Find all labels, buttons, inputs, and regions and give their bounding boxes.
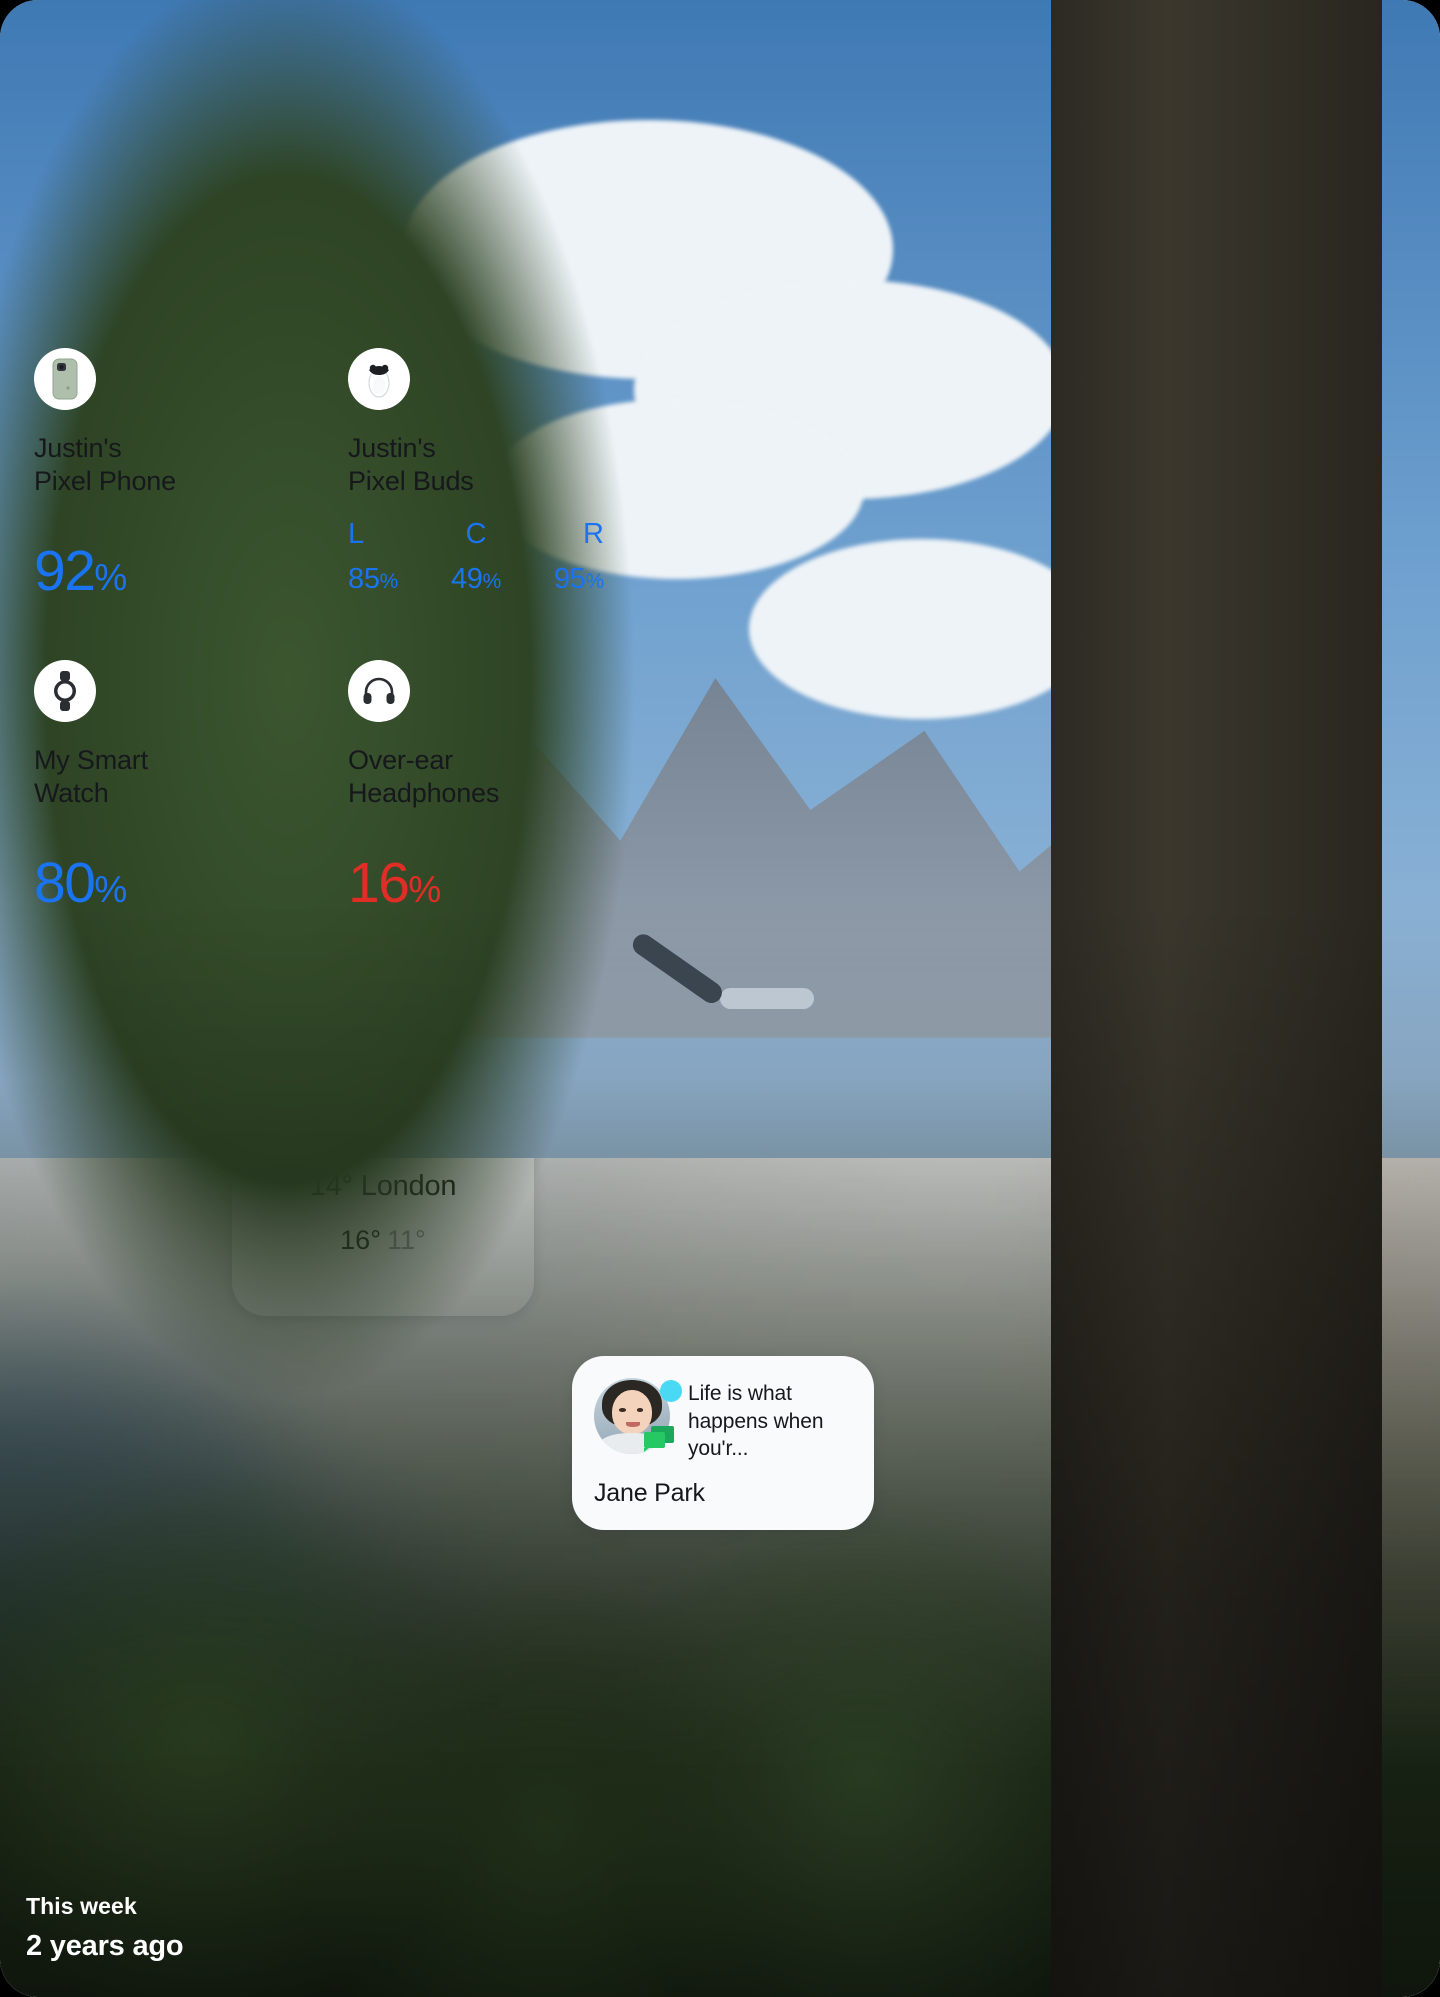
photo-vignette xyxy=(0,0,1440,1997)
buds-channel-readouts: L 85% C 49% R 95% xyxy=(348,520,604,596)
device-name: Over-ear Headphones xyxy=(348,744,604,810)
channel-label: L xyxy=(348,518,365,550)
device-name-line2: Headphones xyxy=(348,777,500,808)
device-name-line2: Pixel Buds xyxy=(348,465,474,496)
device-name: Justin's Pixel Buds xyxy=(348,432,604,498)
battery-percentage-value: 80 xyxy=(34,851,96,915)
channel-label: C xyxy=(465,518,487,550)
battery-percentage: 80% xyxy=(34,855,290,912)
battery-percentage-value: 16 xyxy=(348,851,410,915)
device-name: Justin's Pixel Phone xyxy=(34,432,290,498)
battery-cell-pixel-phone[interactable]: Justin's Pixel Phone 92% xyxy=(12,326,312,624)
buds-channel-right: R 95% xyxy=(519,520,604,596)
messages-icon xyxy=(644,1426,674,1452)
message-row: Life is what happens when you'r... xyxy=(594,1378,854,1463)
channel-value: 95% xyxy=(553,563,604,595)
message-sender-name: Jane Park xyxy=(594,1479,705,1508)
pixel-buds-icon xyxy=(348,348,410,410)
battery-percentage: 16% xyxy=(348,855,604,912)
percent-symbol: % xyxy=(408,869,441,910)
avatar-wrapper xyxy=(594,1378,682,1454)
device-name-line1: Over-ear xyxy=(348,745,453,775)
percent-symbol: % xyxy=(94,557,127,598)
channel-value: 49% xyxy=(450,563,502,595)
percent-symbol: % xyxy=(94,869,127,910)
channel-label: R xyxy=(583,518,604,550)
photo-scene xyxy=(0,0,1440,1997)
channel-value: 85% xyxy=(348,563,399,595)
pixel-phone-icon xyxy=(34,348,96,410)
buds-channel-case: C 49% xyxy=(433,520,518,596)
headphones-icon xyxy=(348,660,410,722)
device-name: My Smart Watch xyxy=(34,744,290,810)
device-name-line2: Watch xyxy=(34,777,109,808)
device-name-line1: Justin's xyxy=(34,433,122,463)
home-screen-canvas: London Mostly cloudy 14° 16°11° 15°3PM16… xyxy=(0,0,1440,1997)
message-widget[interactable]: Life is what happens when you'r... Jane … xyxy=(572,1356,874,1530)
device-name-line1: My Smart xyxy=(34,745,148,775)
battery-cell-headphones[interactable]: Over-ear Headphones 16% xyxy=(326,638,626,936)
smartwatch-icon xyxy=(34,660,96,722)
clock-minute-hand xyxy=(720,988,814,1009)
device-name-line2: Pixel Phone xyxy=(34,465,176,496)
device-name-line1: Justin's xyxy=(348,433,436,463)
unread-dot-badge xyxy=(660,1380,682,1402)
buds-channel-left: L 85% xyxy=(348,520,433,596)
message-preview: Life is what happens when you'r... xyxy=(688,1382,824,1461)
battery-cell-smart-watch[interactable]: My Smart Watch 80% xyxy=(12,638,312,936)
photo-memory-widget[interactable]: This week 2 years ago xyxy=(0,0,1440,1997)
battery-percentage-value: 92 xyxy=(34,539,96,603)
battery-cell-pixel-buds[interactable]: Justin's Pixel Buds L 85% C 49% R 95% xyxy=(326,326,626,624)
battery-percentage: 92% xyxy=(34,543,290,600)
